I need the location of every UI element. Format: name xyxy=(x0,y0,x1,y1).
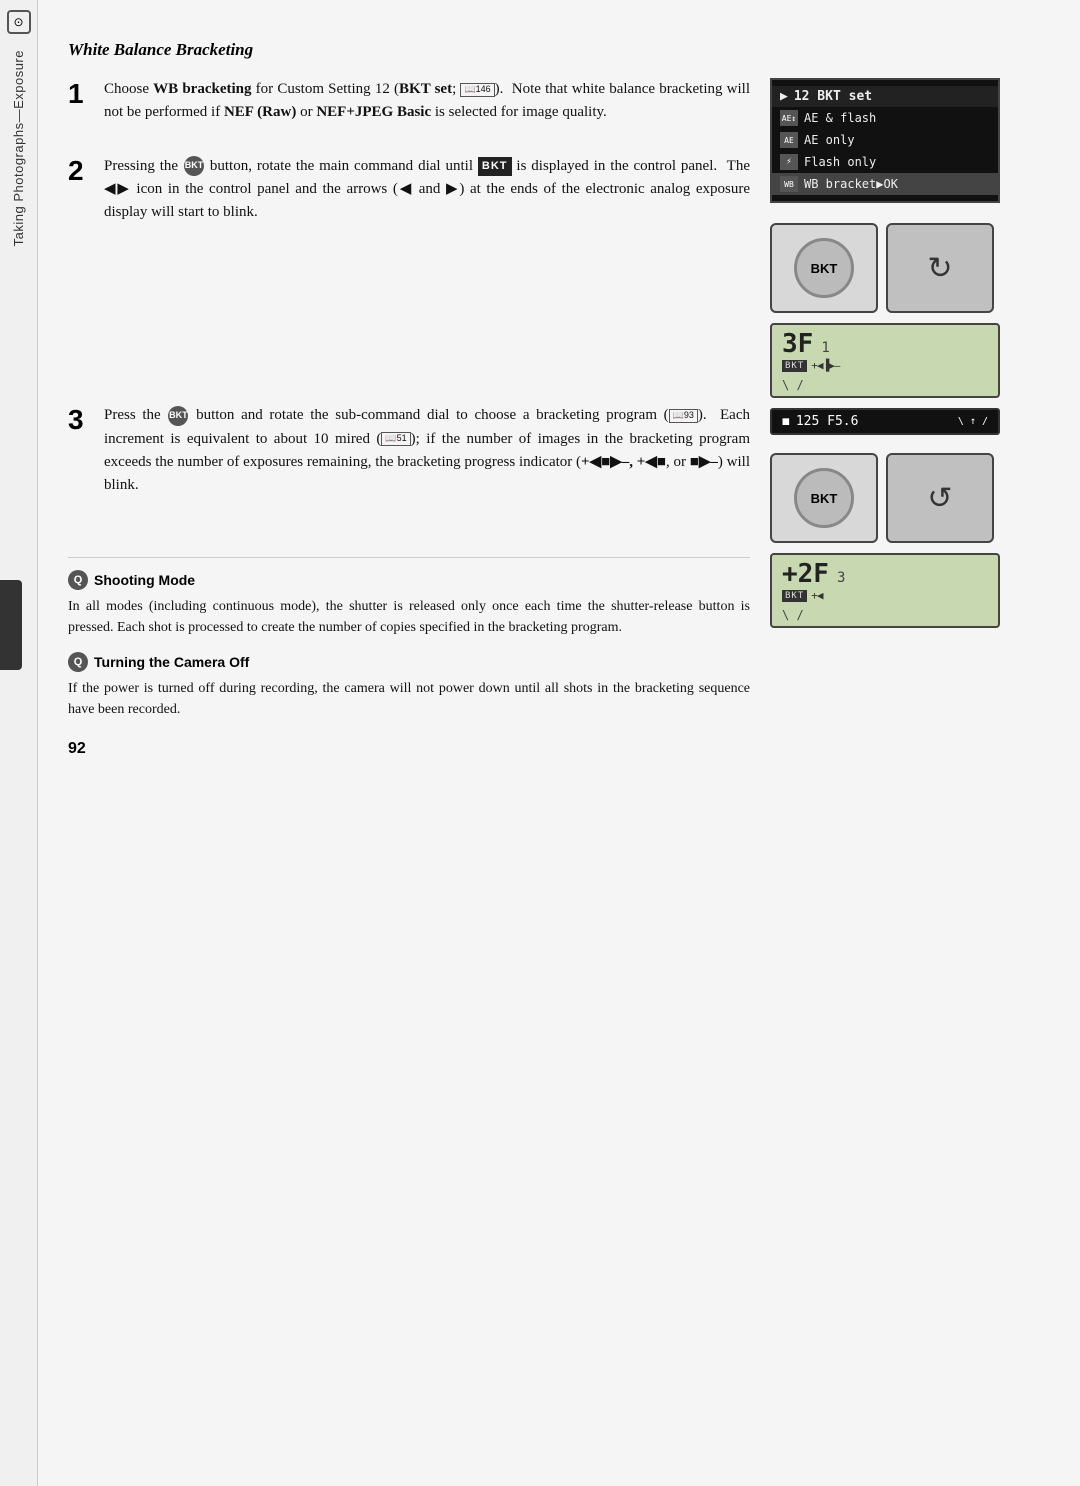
step-3-number: 3 xyxy=(68,406,92,497)
cp-tick-marks-2: \ / xyxy=(782,608,988,622)
page-ref-51: 📖51 xyxy=(381,432,410,446)
menu-row-flash-only: ⚡ Flash only xyxy=(772,151,998,173)
menu-play-icon: ▶ xyxy=(780,89,788,104)
menu-flash-only-icon: ⚡ xyxy=(780,154,798,170)
menu-ae-flash-icon: AE↕ xyxy=(780,110,798,126)
control-panel-display-2: +2F 3 BKT +◀ \ / xyxy=(770,553,1000,628)
exposure-bar-arrows: \ ↑ / xyxy=(958,416,988,427)
dark-tab xyxy=(0,580,22,670)
camera-body-diagram-1: BKT xyxy=(770,223,878,313)
page-ref-93: 📖93 xyxy=(669,409,698,423)
menu-row-wb-bracket: WB WB bracket▶OK xyxy=(772,173,998,195)
camera-body-diagram-2: BKT xyxy=(770,453,878,543)
step-2-content: Pressing the BKT button, rotate the main… xyxy=(104,155,750,225)
menu-flash-only-text: Flash only xyxy=(804,155,876,169)
step-3-row: 3 Press the BKT button and rotate the su… xyxy=(68,404,750,497)
exposure-bar-value: 125 F5.6 xyxy=(796,414,859,429)
step-1-number: 1 xyxy=(68,80,92,125)
camera-menu-diagram: ▶ 12 BKT set AE↕ AE & flash AE AE only ⚡… xyxy=(770,78,1000,203)
control-panel-display: 3F 1 BKT +◀▐▶– \ / xyxy=(770,323,1000,398)
menu-ae-flash-text: AE & flash xyxy=(804,111,876,125)
two-col-layout: 1 Choose WB bracketing for Custom Settin… xyxy=(68,78,1030,758)
bkt-btn-icon-2: BKT xyxy=(184,156,204,176)
note-camera-off-header: Q Turning the Camera Off xyxy=(68,652,750,672)
menu-title-row: ▶ 12 BKT set xyxy=(772,86,998,107)
cp-row1-2: +2F 3 xyxy=(782,559,988,589)
dial-arrow-left: ↺ xyxy=(927,481,952,516)
page-ref-146: 📖146 xyxy=(460,83,494,97)
page-number: 92 xyxy=(68,740,750,758)
step-2-row: 2 Pressing the BKT button, rotate the ma… xyxy=(68,155,750,225)
nef-raw-bold: NEF (Raw) xyxy=(224,104,296,120)
menu-title-text: 12 BKT set xyxy=(794,89,872,104)
cp-row2: BKT +◀▐▶– xyxy=(782,359,988,372)
step-1-text: Choose WB bracketing for Custom Setting … xyxy=(104,78,750,125)
step-2-number: 2 xyxy=(68,157,92,225)
menu-wb-icon: WB xyxy=(780,176,798,192)
right-column: ▶ 12 BKT set AE↕ AE & flash AE AE only ⚡… xyxy=(770,78,1030,758)
cp-bkt-label-2: BKT xyxy=(782,590,807,602)
bkt-btn-icon-3: BKT xyxy=(168,406,188,426)
sidebar-label: Taking Photographs—Exposure xyxy=(11,50,26,246)
bkt-button-diagram-2: BKT xyxy=(794,468,854,528)
shooting-mode-title: Shooting Mode xyxy=(94,572,195,588)
menu-row-ae-only: AE AE only xyxy=(772,129,998,151)
cp-3f-value: 3F xyxy=(782,329,813,359)
sidebar-camera-icon: ⊙ xyxy=(7,10,31,34)
menu-wb-text: WB bracket▶OK xyxy=(804,177,898,191)
camera-dial-diagram-1: ↻ xyxy=(886,223,994,313)
note-shooting-mode-header: Q Shooting Mode xyxy=(68,570,750,590)
cp-2f-value: +2F xyxy=(782,559,829,589)
indicator-symbols: +◀■▶–, +◀■ xyxy=(581,454,666,470)
bkt-display-tag: BKT xyxy=(478,157,512,176)
dial-arrow-right: ↻ xyxy=(927,251,952,286)
bkt-button-diagram: BKT xyxy=(794,238,854,298)
menu-ae-only-text: AE only xyxy=(804,133,855,147)
wb-bracketing-bold: WB bracketing xyxy=(153,81,251,97)
cp-arrows: +◀▐▶– xyxy=(811,359,839,372)
shooting-mode-icon: Q xyxy=(68,570,88,590)
cp-row2-2: BKT +◀ xyxy=(782,589,988,602)
step-1-content: Choose WB bracketing for Custom Setting … xyxy=(104,78,750,125)
menu-row-flash: AE↕ AE & flash xyxy=(772,107,998,129)
cp-arrows-2: +◀ xyxy=(811,589,822,602)
camera-off-icon: Q xyxy=(68,652,88,672)
step-2-text: Pressing the BKT button, rotate the main… xyxy=(104,155,750,225)
cp-sub-value: 1 xyxy=(821,340,829,356)
left-column: 1 Choose WB bracketing for Custom Settin… xyxy=(68,78,750,758)
cp-row1: 3F 1 xyxy=(782,329,988,359)
camera-off-body: If the power is turned off during record… xyxy=(68,678,750,720)
camera-dial-diagram-2: ↺ xyxy=(886,453,994,543)
shooting-mode-body: In all modes (including continuous mode)… xyxy=(68,596,750,638)
exposure-bar-icon: ◼ xyxy=(782,414,790,429)
section-title: White Balance Bracketing xyxy=(68,40,1030,60)
step-3-text: Press the BKT button and rotate the sub-… xyxy=(104,404,750,497)
indicator-or: ■▶– xyxy=(690,454,718,470)
cp-sub-value-2: 3 xyxy=(837,570,845,586)
page: ⊙ Taking Photographs—Exposure White Bala… xyxy=(0,0,1080,1486)
bkt-set-bold: BKT set xyxy=(399,81,452,97)
step2-camera-diagrams: BKT ↻ xyxy=(770,223,1030,313)
step-1-row: 1 Choose WB bracketing for Custom Settin… xyxy=(68,78,750,125)
exposure-bar-display: ◼ 125 F5.6 \ ↑ / xyxy=(770,408,1000,435)
main-content: White Balance Bracketing 1 Choose WB bra… xyxy=(38,0,1080,1486)
menu-ae-only-icon: AE xyxy=(780,132,798,148)
nef-jpeg-bold: NEF+JPEG Basic xyxy=(316,104,431,120)
cp-bkt-label: BKT xyxy=(782,360,807,372)
step3-camera-diagrams: BKT ↺ xyxy=(770,453,1030,543)
camera-off-title: Turning the Camera Off xyxy=(94,654,249,670)
notes-section: Q Shooting Mode In all modes (including … xyxy=(68,557,750,758)
sidebar: ⊙ Taking Photographs—Exposure xyxy=(0,0,38,1486)
cp-tick-marks: \ / xyxy=(782,378,988,392)
step-3-content: Press the BKT button and rotate the sub-… xyxy=(104,404,750,497)
